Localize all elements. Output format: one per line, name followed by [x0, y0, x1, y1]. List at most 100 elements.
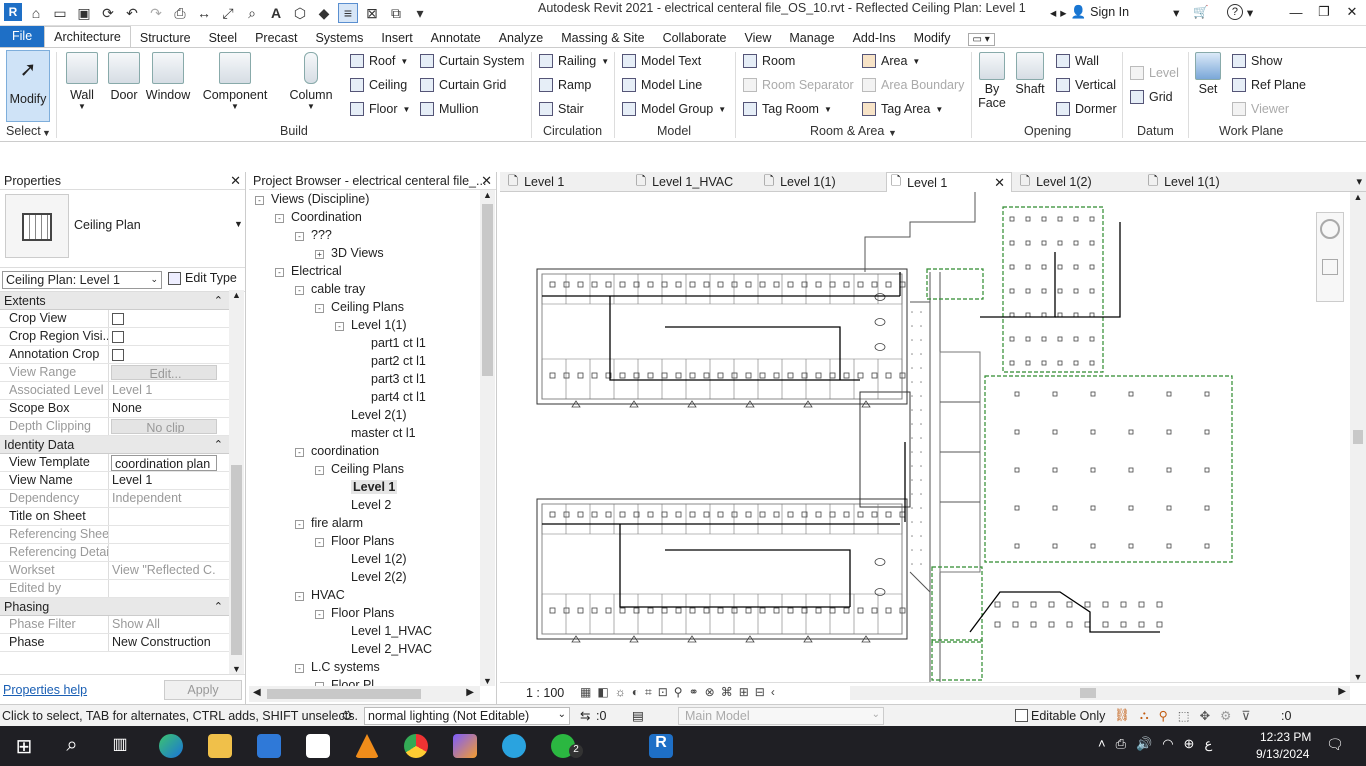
collapse-node-icon[interactable]: -	[295, 664, 304, 673]
browser-node[interactable]: part4 ct l1	[371, 390, 426, 404]
ime-icon[interactable]: ⊕	[1184, 736, 1195, 752]
room-button[interactable]: Room	[743, 54, 795, 68]
store-icon[interactable]	[257, 734, 281, 758]
crop-view-icon[interactable]: ⌗	[645, 685, 652, 700]
canvas-vscrollbar[interactable]: ▲ ▼	[1350, 192, 1366, 682]
select-pinned-icon[interactable]: ⚲	[1159, 708, 1168, 723]
apply-button[interactable]: Apply	[164, 680, 242, 700]
tab-modify[interactable]: Modify	[905, 28, 960, 48]
viewer-button[interactable]: Viewer	[1232, 102, 1289, 116]
vlc-icon[interactable]	[355, 734, 379, 758]
tag-room-button[interactable]: Tag Room ▼	[743, 102, 832, 116]
property-value[interactable]	[109, 508, 215, 525]
properties-scrollbar[interactable]: ▲ ▼	[229, 290, 244, 674]
browser-node[interactable]: Floor Pl...	[331, 678, 385, 686]
vertical-button[interactable]: Vertical	[1056, 78, 1116, 92]
browser-node[interactable]: master ct l1	[351, 426, 416, 440]
tab-list-dropdown-icon[interactable]: ▾	[1356, 175, 1362, 188]
model-group-button[interactable]: Model Group ▼	[622, 102, 726, 116]
file-explorer-icon[interactable]	[208, 734, 232, 758]
by-face-button[interactable]: By Face	[977, 52, 1007, 110]
scroll-left-icon[interactable]: ◀	[253, 687, 261, 698]
clock-time[interactable]: 12:23 PM	[1260, 730, 1311, 744]
analytical-icon[interactable]: ⌘	[721, 685, 733, 700]
view-tab-level-1-2[interactable]: 🗋 Level 1(2)	[1016, 172, 1096, 192]
scroll-thumb[interactable]	[482, 204, 493, 376]
drawing-canvas[interactable]	[500, 192, 1350, 682]
language-indicator[interactable]: ع	[1204, 736, 1212, 752]
chevron-down-icon[interactable]: ▼	[888, 128, 897, 138]
scroll-thumb[interactable]	[1080, 688, 1096, 698]
tab-manage[interactable]: Manage	[780, 28, 843, 48]
edit-type-button[interactable]: Edit Type	[168, 271, 237, 285]
browser-node[interactable]: L.C systems	[311, 660, 380, 674]
ribbon-minimize-toggle[interactable]: ▭ ▾	[967, 33, 995, 46]
ceiling-button[interactable]: Ceiling	[350, 78, 407, 92]
section-icon[interactable]: ◆	[314, 3, 334, 23]
property-value[interactable]	[109, 328, 215, 345]
constraints-icon[interactable]: ⊟	[755, 685, 765, 700]
tag-icon[interactable]: ⌕	[242, 3, 262, 23]
tab-insert[interactable]: Insert	[372, 28, 421, 48]
browser-node[interactable]: Level 1_HVAC	[351, 624, 432, 638]
browser-node[interactable]: cable tray	[311, 282, 365, 296]
browser-node[interactable]: Level 1	[351, 480, 398, 494]
arrow-left-icon[interactable]: ◂	[1050, 5, 1056, 20]
scroll-up-icon[interactable]: ▲	[1350, 192, 1366, 202]
lock-3d-icon[interactable]: ⊗	[705, 685, 715, 700]
browser-hscrollbar[interactable]: ◀ ▶	[249, 686, 480, 702]
roof-button[interactable]: Roof ▼	[350, 54, 408, 68]
ramp-button[interactable]: Ramp	[539, 78, 591, 92]
close-icon[interactable]: ✕	[1338, 0, 1366, 24]
undo-icon[interactable]: ↶	[122, 3, 142, 23]
visual-style-icon[interactable]: ◧	[597, 685, 608, 700]
collapse-node-icon[interactable]: -	[295, 592, 304, 601]
tab-analyze[interactable]: Analyze	[490, 28, 552, 48]
tab-view[interactable]: View	[736, 28, 781, 48]
browser-node[interactable]: Level 2(2)	[351, 570, 407, 584]
browser-node[interactable]: coordination	[311, 444, 379, 458]
thin-lines-icon[interactable]: ≡	[338, 3, 358, 23]
property-group-header[interactable]: Phasing ⌃	[0, 598, 229, 616]
collapse-node-icon[interactable]: -	[295, 286, 304, 295]
level-button[interactable]: Level	[1130, 66, 1179, 80]
browser-node[interactable]: Floor Plans	[331, 606, 394, 620]
collapse-node-icon[interactable]: -	[315, 466, 324, 475]
property-checkbox[interactable]	[112, 313, 124, 325]
restore-icon[interactable]: ❐	[1310, 0, 1338, 24]
component-button[interactable]: Component ▼	[202, 52, 268, 111]
property-checkbox[interactable]	[112, 331, 124, 343]
browser-node[interactable]: Level 2(1)	[351, 408, 407, 422]
area-boundary-button[interactable]: Area Boundary	[862, 78, 964, 92]
shaft-button[interactable]: Shaft	[1012, 52, 1048, 96]
chrome-icon[interactable]	[404, 734, 428, 758]
collapse-icon[interactable]: ⌃	[214, 600, 223, 613]
zoom-icon[interactable]	[1322, 259, 1338, 275]
scroll-up-icon[interactable]: ▲	[480, 190, 495, 200]
reveal-hidden-icon[interactable]: ⚭	[689, 685, 699, 700]
scroll-down-icon[interactable]: ▼	[229, 664, 244, 674]
select-face-icon[interactable]: ⬚	[1178, 708, 1190, 723]
view-tab-level-1-hvac[interactable]: 🗋 Level 1_HVAC	[632, 172, 737, 192]
filter-icon[interactable]: ⊽	[1241, 708, 1250, 723]
browser-node[interactable]: Coordination	[291, 210, 362, 224]
workset-icon[interactable]: ⛭	[342, 708, 352, 723]
view-tab-level-1-1-a[interactable]: 🗋 Level 1(1)	[760, 172, 840, 192]
close-icon[interactable]: ✕	[994, 175, 1005, 191]
collapse-node-icon[interactable]: -	[315, 304, 324, 313]
browser-node[interactable]: HVAC	[311, 588, 345, 602]
property-checkbox[interactable]	[112, 349, 124, 361]
redo-icon[interactable]: ↷	[146, 3, 166, 23]
scroll-up-icon[interactable]: ▲	[229, 290, 244, 300]
background-process-icon[interactable]: ⚙	[1220, 708, 1231, 723]
view-tab-level-1-active[interactable]: 🗋 Level 1 ✕	[886, 172, 1012, 192]
set-button[interactable]: Set	[1192, 52, 1224, 96]
network-icon[interactable]: ⎙	[1116, 736, 1126, 752]
tab-systems[interactable]: Systems	[306, 28, 372, 48]
editable-only-checkbox[interactable]	[1015, 709, 1028, 722]
property-value[interactable]: New Construction	[109, 634, 215, 651]
view-tab-level-1-1-b[interactable]: 🗋 Level 1(1)	[1144, 172, 1224, 192]
text-icon[interactable]: A	[266, 3, 286, 23]
canvas-hscrollbar[interactable]: ▶	[850, 686, 1350, 700]
curtain-grid-button[interactable]: Curtain Grid	[420, 78, 506, 92]
